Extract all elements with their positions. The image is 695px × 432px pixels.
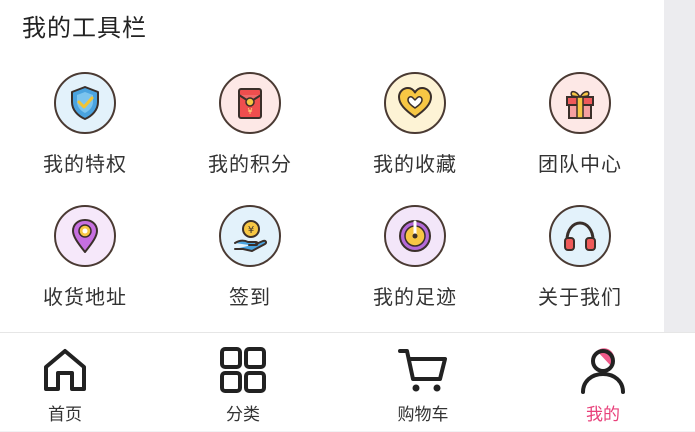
cart-icon xyxy=(398,349,447,392)
location-pin-icon xyxy=(54,205,116,267)
tool-footprint[interactable]: 我的足迹 xyxy=(350,205,480,329)
toolbar-card: 我的工具栏 我的特权 ¥ 我的积分 我的收藏 团队中心 收货地址 ¥ 签到 我的… xyxy=(0,0,664,332)
tool-privilege[interactable]: 我的特权 xyxy=(20,72,150,196)
bottom-tab-bar: 首页 分类 购物车 我的 xyxy=(0,332,695,431)
tool-team-center[interactable]: 团队中心 xyxy=(515,72,645,196)
tool-points[interactable]: ¥ 我的积分 xyxy=(185,72,315,196)
tab-label: 我的 xyxy=(586,405,620,425)
svg-text:¥: ¥ xyxy=(248,225,254,236)
tool-label: 收货地址 xyxy=(43,285,127,309)
tool-address[interactable]: 收货地址 xyxy=(20,205,150,329)
tool-label: 关于我们 xyxy=(538,285,622,309)
tool-label: 我的积分 xyxy=(208,152,292,176)
red-envelope-icon: ¥ xyxy=(219,72,281,134)
tab-home[interactable]: 首页 xyxy=(0,333,130,432)
headphones-icon xyxy=(549,205,611,267)
gift-box-icon xyxy=(549,72,611,134)
tool-label: 我的收藏 xyxy=(373,152,457,176)
tool-label: 签到 xyxy=(229,285,271,309)
tool-label: 我的足迹 xyxy=(373,285,457,309)
tab-label: 购物车 xyxy=(397,405,449,425)
scroll-gutter xyxy=(664,0,695,332)
tab-label: 分类 xyxy=(226,405,260,425)
footprint-dial-icon xyxy=(384,205,446,267)
home-icon xyxy=(44,349,86,391)
svg-text:¥: ¥ xyxy=(247,107,252,116)
shield-check-icon xyxy=(54,72,116,134)
tool-label: 我的特权 xyxy=(43,152,127,176)
tool-label: 团队中心 xyxy=(538,152,622,176)
heart-icon xyxy=(384,72,446,134)
tool-about-us[interactable]: 关于我们 xyxy=(515,205,645,329)
user-icon xyxy=(581,348,625,394)
tab-category[interactable]: 分类 xyxy=(178,333,308,432)
tool-checkin[interactable]: ¥ 签到 xyxy=(185,205,315,329)
tool-grid: 我的特权 ¥ 我的积分 我的收藏 团队中心 收货地址 ¥ 签到 我的足迹 关于我… xyxy=(0,0,664,332)
tool-favorites[interactable]: 我的收藏 xyxy=(350,72,480,196)
tab-mine[interactable]: 我的 xyxy=(538,333,668,432)
tab-cart[interactable]: 购物车 xyxy=(358,333,488,432)
coin-hand-icon: ¥ xyxy=(219,205,281,267)
grid-icon xyxy=(220,347,266,393)
tab-label: 首页 xyxy=(48,405,82,425)
